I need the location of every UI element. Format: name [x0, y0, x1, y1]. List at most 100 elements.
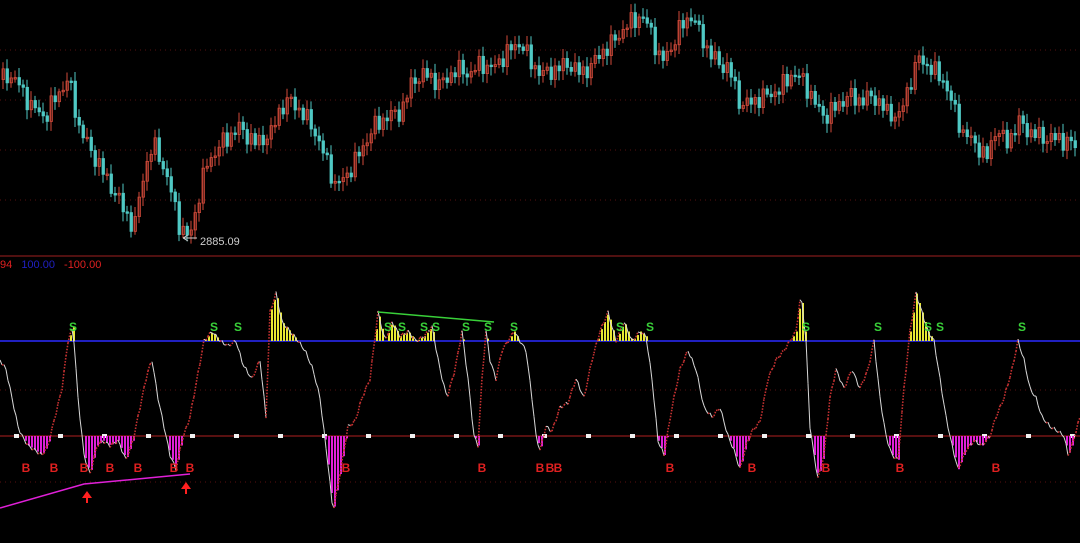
indicator-rising-segment — [191, 396, 195, 405]
indicator-falling-segment — [121, 451, 125, 455]
candle — [309, 101, 313, 137]
buy-bar — [91, 436, 93, 470]
buy-bar — [538, 436, 540, 444]
candlestick-series — [1, 3, 1077, 244]
indicator-falling-segment — [945, 415, 949, 429]
indicator-falling-segment — [1039, 411, 1043, 416]
candle — [253, 128, 257, 150]
indicator-falling-segment — [317, 387, 321, 399]
candle — [793, 65, 797, 83]
candle — [109, 164, 113, 198]
candle — [733, 69, 737, 90]
candle — [513, 36, 517, 59]
indicator-rising-segment — [827, 396, 831, 419]
candle — [89, 129, 93, 158]
buy-signal-label: B — [186, 461, 195, 475]
indicator-falling-segment — [689, 356, 693, 359]
indicator-rising-segment — [353, 417, 357, 422]
candle — [41, 102, 45, 124]
indicator-rising-segment — [59, 390, 63, 397]
indicator-rising-segment — [195, 371, 199, 385]
candle — [753, 94, 757, 114]
candle — [333, 174, 337, 191]
zero-marker — [366, 434, 371, 438]
candle — [461, 53, 465, 84]
indicator-rising-segment — [199, 351, 203, 365]
buy-signal-label: B — [170, 461, 179, 475]
indicator-rising-segment — [847, 372, 851, 379]
indicator-rising-segment — [767, 372, 771, 381]
candle — [221, 126, 225, 157]
candle — [893, 112, 897, 130]
indicator-falling-segment — [531, 399, 535, 417]
candle — [617, 30, 621, 46]
indicator-falling-segment — [949, 436, 953, 444]
indicator-rising-segment — [553, 420, 557, 425]
candle — [1049, 123, 1053, 151]
candle — [277, 104, 281, 130]
candle — [553, 58, 557, 88]
indicator-falling-segment — [1027, 379, 1031, 387]
zero-marker — [410, 434, 415, 438]
buy-bar — [94, 436, 96, 458]
buy-signal-label: B — [478, 461, 487, 475]
zero-marker — [586, 434, 591, 438]
indicator-rising-segment — [189, 404, 193, 418]
candle — [1053, 127, 1057, 146]
indicator-rising-segment — [1013, 351, 1017, 362]
indicator-rising-segment — [861, 380, 865, 384]
indicator-falling-segment — [725, 430, 729, 435]
indicator-falling-segment — [307, 358, 311, 364]
indicator-falling-segment — [1021, 354, 1025, 359]
candle — [1013, 124, 1017, 142]
candle — [457, 50, 461, 86]
candle — [349, 166, 353, 183]
buy-signal-label: B — [106, 461, 115, 475]
indicator-rising-segment — [137, 409, 141, 416]
indicator-rising-segment — [1075, 422, 1079, 433]
candle — [181, 217, 185, 239]
buy-bar — [889, 436, 891, 446]
candle — [45, 111, 49, 131]
candle — [1045, 135, 1049, 153]
candle — [509, 40, 513, 60]
candle — [65, 72, 69, 98]
buy-bar — [124, 436, 126, 455]
indicator-rising-segment — [869, 349, 873, 363]
candle — [977, 134, 981, 166]
candle — [929, 58, 933, 83]
indicator-rising-segment — [783, 348, 787, 351]
low-annotation: 2885.09 — [182, 234, 240, 248]
indicator-falling-segment — [839, 380, 843, 384]
indicator-header: 94 100.00 -100.00 — [0, 258, 107, 272]
indicator-rising-segment — [761, 398, 765, 413]
candle — [129, 205, 133, 238]
buy-signal-label: B — [554, 461, 563, 475]
candle — [713, 42, 717, 65]
candle — [709, 38, 713, 68]
buy-bar — [37, 436, 39, 452]
candle — [565, 51, 569, 75]
indicator-rising-segment — [385, 334, 389, 339]
indicator-rising-segment — [779, 351, 783, 358]
indicator-falling-segment — [305, 350, 309, 359]
candle — [249, 124, 253, 152]
candle — [73, 72, 77, 127]
indicator-falling-segment — [13, 409, 17, 416]
candle — [645, 9, 649, 28]
indicator-rising-segment — [993, 417, 997, 422]
candle — [5, 59, 9, 91]
candle — [469, 61, 473, 84]
indicator-falling-segment — [1035, 395, 1039, 406]
indicator-rising-segment — [57, 395, 61, 404]
indicator-rising-segment — [205, 336, 209, 341]
sell-bar — [799, 308, 801, 341]
indicator-rising-segment — [905, 350, 909, 372]
candle — [861, 89, 865, 110]
candle — [621, 20, 625, 44]
indicator-falling-segment — [243, 366, 247, 369]
candle — [925, 57, 929, 75]
indicator-rising-segment — [795, 318, 799, 332]
indicator-falling-segment — [889, 448, 893, 454]
candle — [313, 124, 317, 146]
